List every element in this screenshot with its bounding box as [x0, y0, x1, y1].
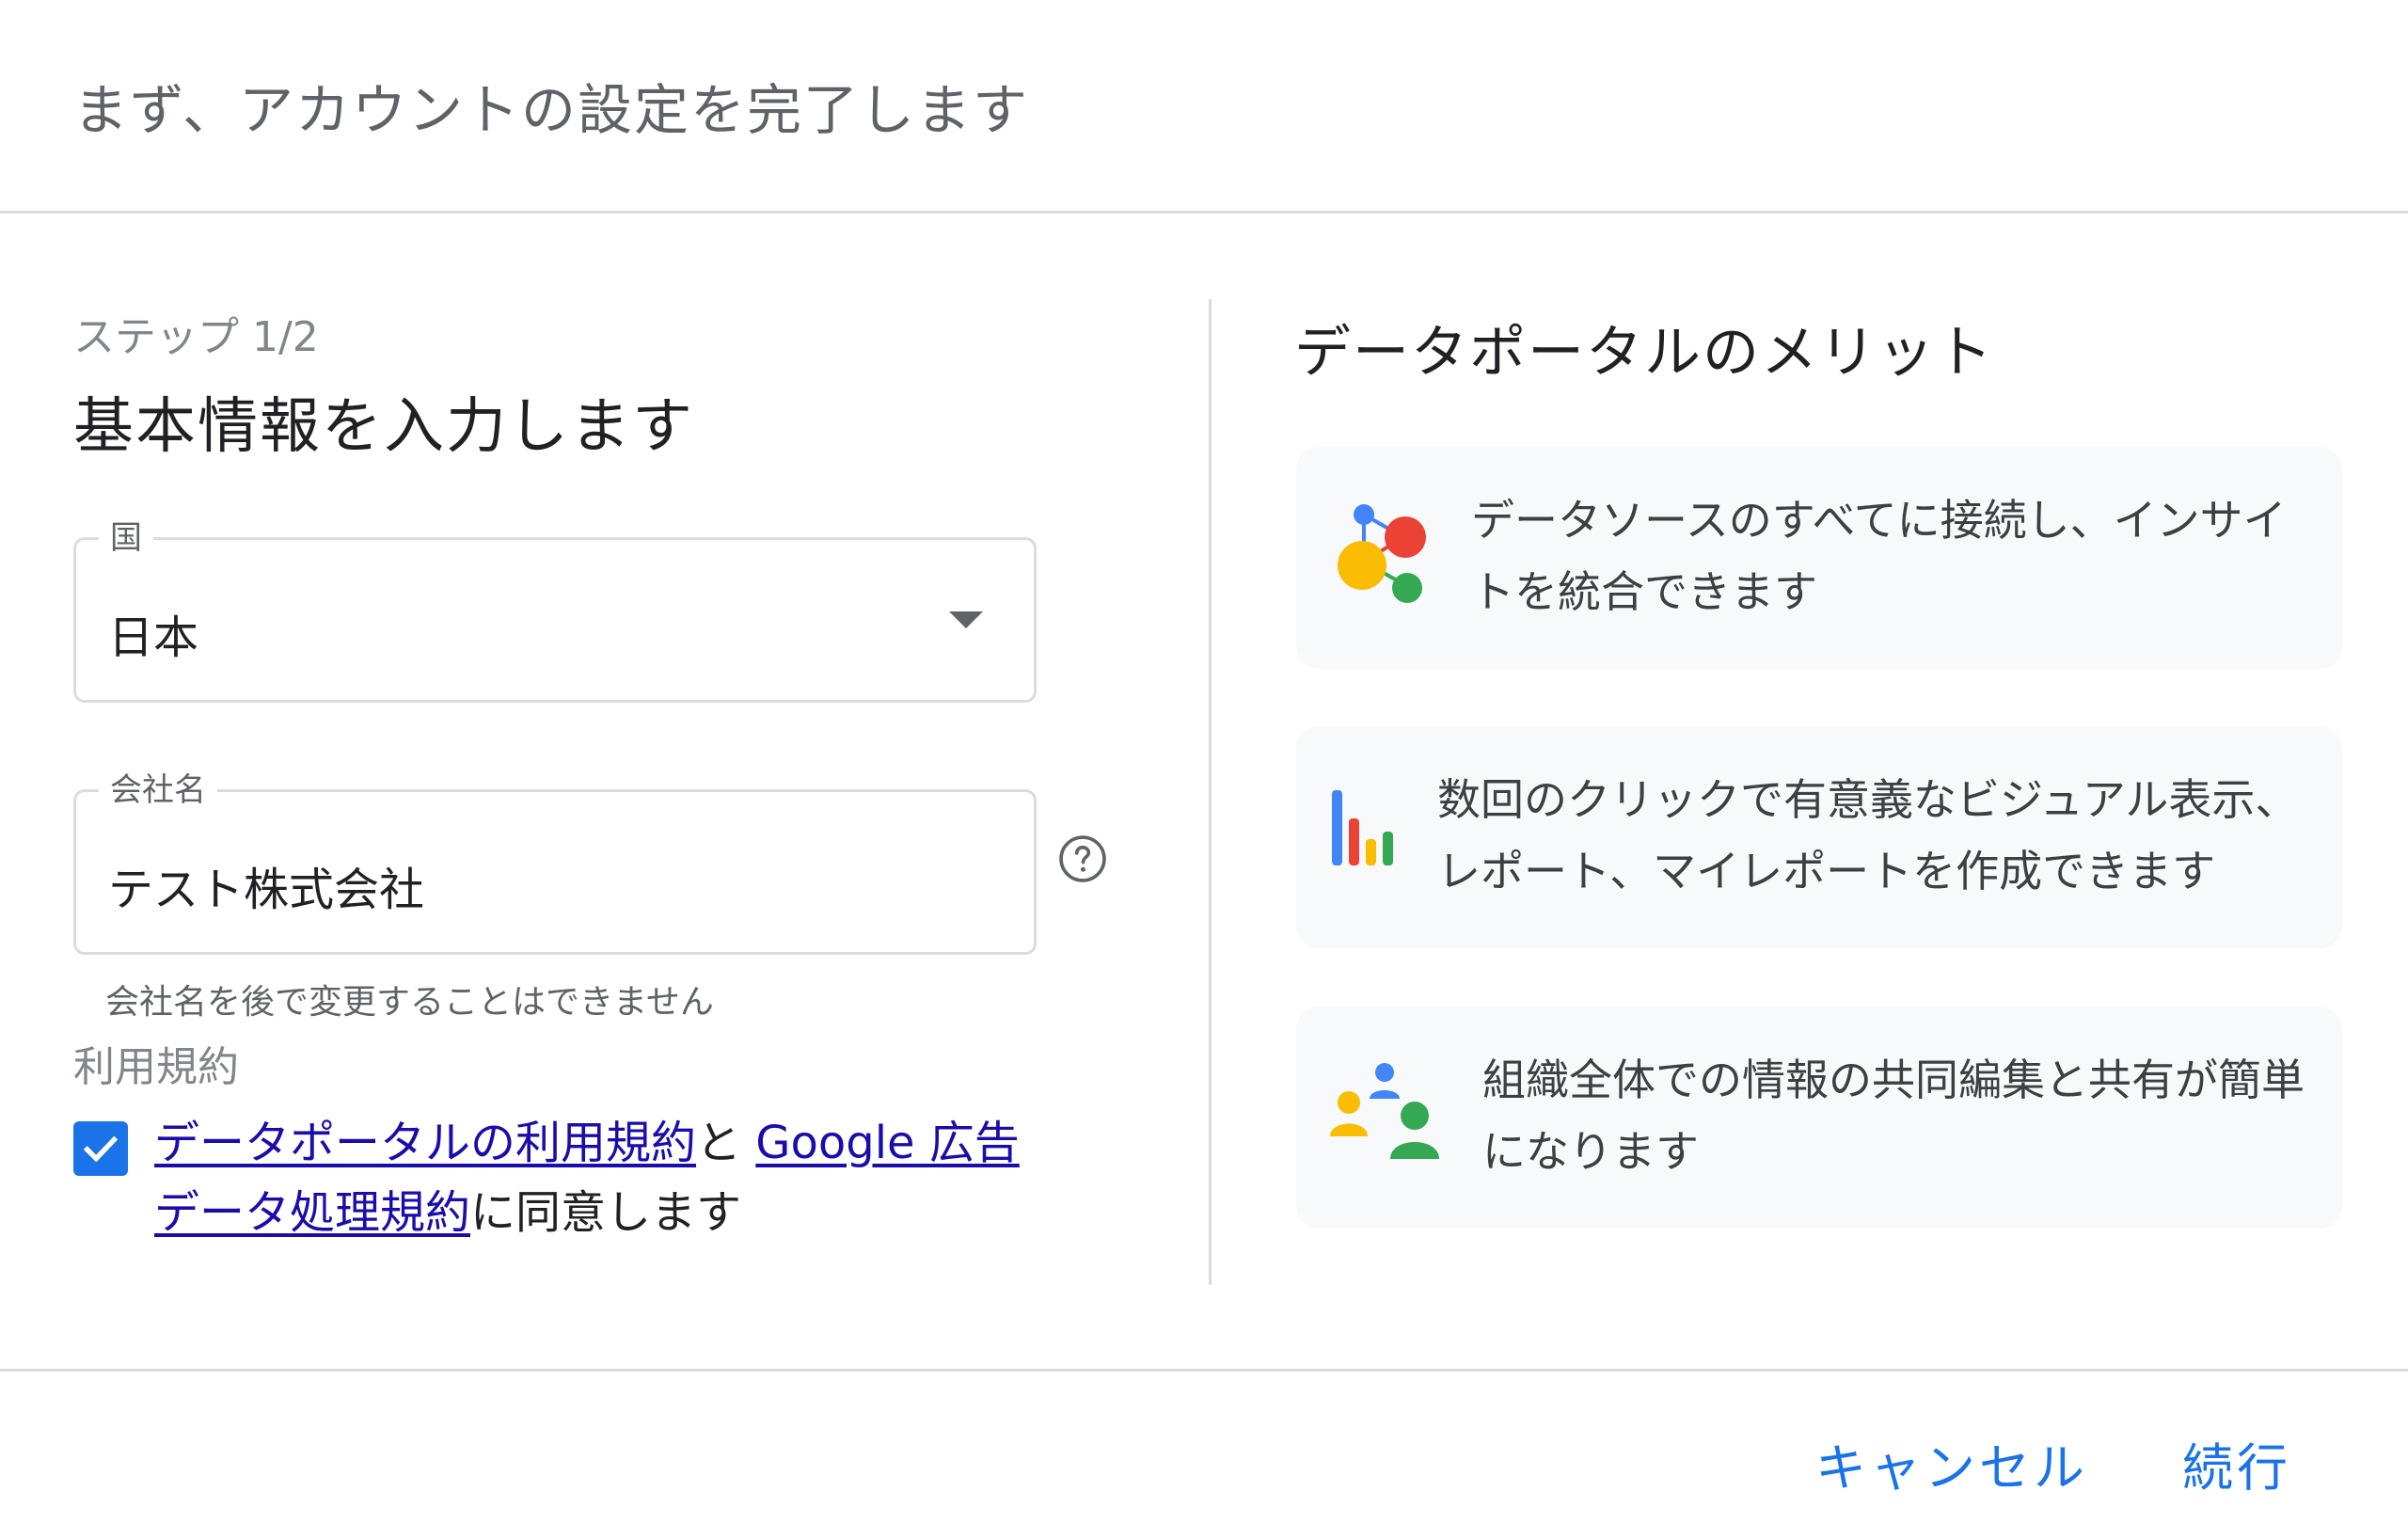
- footer-divider: [0, 1369, 2408, 1372]
- dialog-title: まず、アカウントの設定を完了します: [73, 78, 1029, 142]
- terms-agreement-text: データポータルの利用規約と Google 広告データ処理規約に同意します: [154, 1108, 1057, 1247]
- country-field-label: 国: [99, 512, 153, 558]
- benefit-text: 数回のクリックで有意義なビジュアル表示、レポート、マイレポートを作成できます: [1437, 774, 2299, 896]
- terms-checkbox[interactable]: [73, 1121, 128, 1176]
- continue-button[interactable]: 続行: [2182, 1426, 2291, 1500]
- terms-of-service-link[interactable]: データポータルの利用規約: [154, 1117, 696, 1169]
- terms-suffix: に同意します: [470, 1186, 742, 1239]
- benefits-heading: データポータルのメリット: [1294, 320, 1994, 386]
- dropdown-arrow-icon[interactable]: [949, 611, 983, 628]
- benefit-text: 組織全体での情報の共同編集と共有が簡単になります: [1482, 1055, 2305, 1177]
- benefit-card-collaborate: 組織全体での情報の共同編集と共有が簡単になります: [1296, 1007, 2342, 1229]
- country-select[interactable]: 国 日本: [73, 512, 1037, 703]
- checkmark-icon: [83, 1135, 119, 1163]
- benefit-card-connect: データソースのすべてに接続し、インサイトを統合できます: [1296, 447, 2342, 669]
- company-name-value[interactable]: テスト株式会社: [108, 852, 424, 918]
- terms-connector: と: [696, 1117, 742, 1169]
- company-name-field[interactable]: 会社名 テスト株式会社: [73, 764, 1037, 955]
- connected-data-icon: [1338, 504, 1426, 603]
- column-divider: [1209, 299, 1212, 1285]
- step-label: ステップ 1/2: [73, 313, 319, 361]
- company-helper-text: 会社名を後で変更することはできません: [105, 983, 714, 1022]
- help-icon[interactable]: [1057, 833, 1108, 884]
- section-heading: 基本情報を入力します: [73, 392, 694, 462]
- country-selected-value: 日本: [108, 611, 199, 664]
- header-divider: [0, 211, 2408, 214]
- cancel-button[interactable]: キャンセル: [1815, 1426, 2088, 1500]
- bar-chart-icon: [1332, 790, 1393, 865]
- benefit-card-visualize: 数回のクリックで有意義なビジュアル表示、レポート、マイレポートを作成できます: [1296, 726, 2342, 948]
- account-setup-dialog: まず、アカウントの設定を完了します ステップ 1/2 基本情報を入力します 国 …: [0, 0, 2408, 1539]
- company-field-label: 会社名: [99, 764, 217, 810]
- benefit-text: データソースのすべてに接続し、インサイトを統合できます: [1471, 495, 2287, 617]
- terms-heading: 利用規約: [73, 1043, 239, 1091]
- people-collaboration-icon: [1330, 1063, 1439, 1159]
